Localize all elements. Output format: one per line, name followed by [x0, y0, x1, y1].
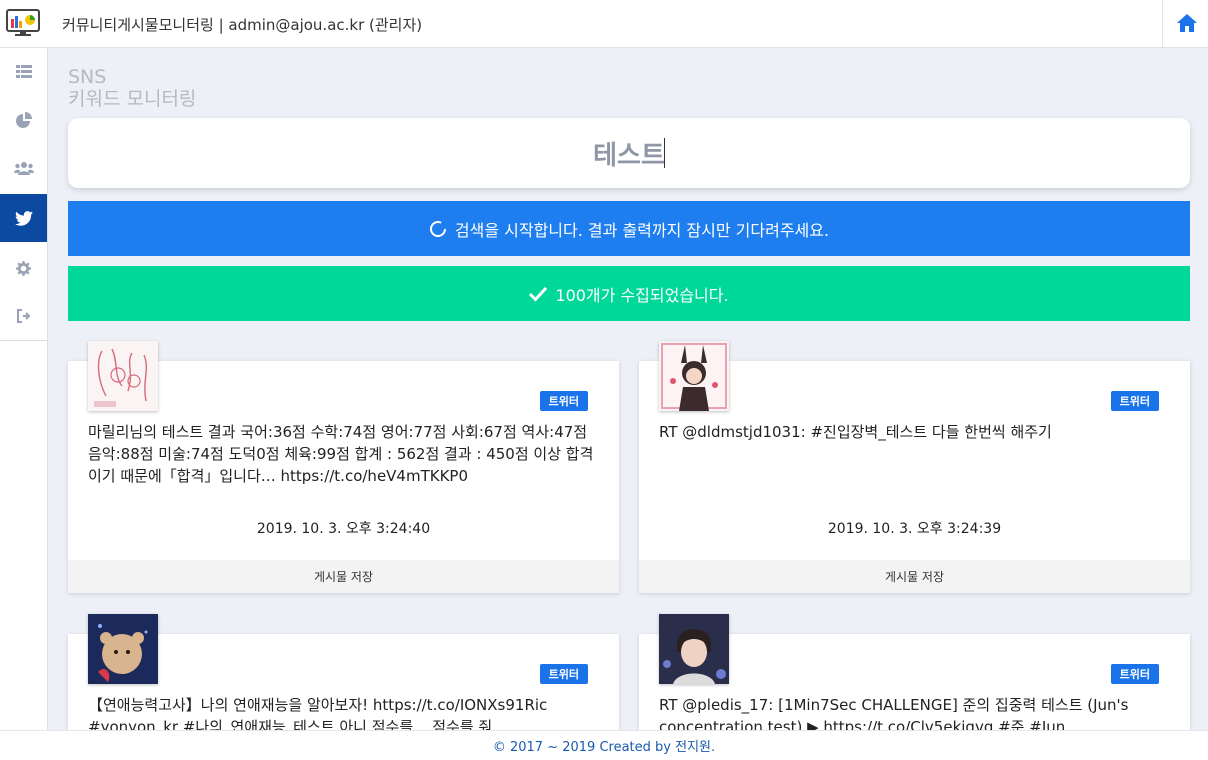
footer: © 2017 ~ 2019 Created by 전지원. — [0, 730, 1208, 760]
post-card: 트위터 【연애능력고사】나의 연애재능을 알아보자! https://t.co/… — [68, 614, 619, 736]
search-started-alert: 검색을 시작합니다. 결과 출력까지 잠시만 기다려주세요. — [68, 201, 1190, 256]
sidebar-item-users[interactable] — [0, 144, 47, 192]
spinner-icon — [429, 220, 446, 237]
app-title: 커뮤니티게시물모니터링 | admin@ajou.ac.kr (관리자) — [62, 16, 423, 34]
sign-out-icon — [16, 309, 30, 323]
sidebar-item-settings[interactable] — [0, 244, 47, 292]
page-title: SNS 키워드 모니터링 — [68, 66, 196, 110]
sidebar-item-list[interactable] — [0, 48, 47, 96]
search-started-text: 검색을 시작합니다. 결과 출력까지 잠시만 기다려주세요. — [454, 220, 830, 240]
collected-alert: 100개가 수집되었습니다. — [68, 266, 1190, 321]
page-title-line1: SNS — [68, 66, 107, 88]
keyword-search-input[interactable] — [68, 118, 1190, 188]
post-card: 트위터 마릴리님의 테스트 결과 국어:36점 수학:74점 영어:77점 사회… — [68, 341, 619, 593]
copyright-text: © 2017 ~ 2019 Created by 전지원. — [492, 740, 716, 755]
sidebar-item-twitter[interactable] — [0, 194, 47, 242]
post-text: RT @dldmstjd1031: #진입장벽_테스트 다들 한번씩 해주기 — [659, 423, 1052, 441]
list-icon — [15, 65, 32, 78]
keyword-search-box — [68, 118, 1190, 188]
post-date: 2019. 10. 3. 오후 3:24:39 — [827, 521, 1002, 537]
post-card: 트위터 RT @dldmstjd1031: #진입장벽_테스트 다들 한번씩 해… — [639, 341, 1190, 593]
source-badge: 트위터 — [1110, 664, 1159, 684]
top-bar: 커뮤니티게시물모니터링 | admin@ajou.ac.kr (관리자) — [0, 0, 1208, 48]
source-badge: 트위터 — [539, 664, 588, 684]
topbar-divider — [1162, 0, 1163, 48]
twitter-icon — [14, 210, 33, 226]
sidebar-divider — [0, 340, 47, 341]
post-thumbnail — [659, 614, 729, 684]
post-thumbnail — [88, 614, 158, 684]
gear-icon — [16, 260, 31, 276]
post-text: 마릴리님의 테스트 결과 국어:36점 수학:74점 영어:77점 사회:67점… — [88, 423, 594, 485]
text-caret — [664, 138, 665, 168]
post-card: 트위터 RT @pledis_17: [1Min7Sec CHALLENGE] … — [639, 614, 1190, 758]
save-post-button[interactable]: 게시물 저장 — [68, 560, 619, 593]
users-icon — [13, 162, 34, 175]
page-title-line2: 키워드 모니터링 — [68, 88, 197, 110]
source-badge: 트위터 — [539, 391, 588, 411]
sidebar — [0, 48, 48, 730]
post-thumbnail — [88, 341, 158, 411]
source-badge: 트위터 — [1110, 391, 1159, 411]
monitor-chart-icon — [6, 9, 40, 36]
save-post-button[interactable]: 게시물 저장 — [639, 560, 1190, 593]
sidebar-item-statistics[interactable] — [0, 96, 47, 144]
sidebar-item-logout[interactable] — [0, 292, 47, 340]
check-icon — [529, 286, 548, 302]
pie-chart-icon — [16, 111, 32, 128]
collected-text: 100개가 수집되었습니다. — [555, 285, 729, 305]
post-date: 2019. 10. 3. 오후 3:24:40 — [256, 521, 431, 537]
home-icon[interactable] — [1176, 13, 1198, 33]
post-thumbnail — [659, 341, 729, 411]
